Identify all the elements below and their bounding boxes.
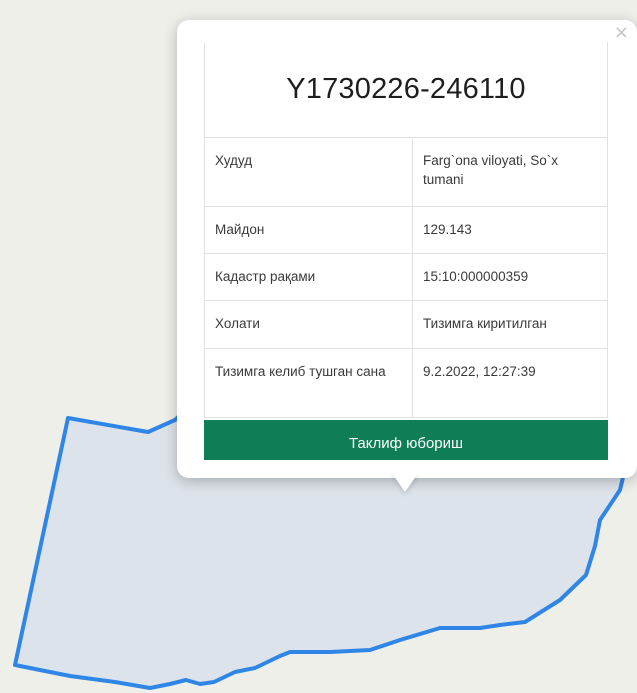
popup-content: Y1730226-246110 Худуд Farg`ona viloyati,… — [204, 42, 608, 460]
popup-tip — [391, 472, 419, 492]
table-row: Худуд Farg`ona viloyati, So`x tumani — [205, 138, 607, 207]
table-row: Тизимга келиб тушган сана 9.2.2022, 12:2… — [205, 348, 607, 418]
close-icon[interactable]: × — [614, 24, 629, 42]
received-date-label: Тизимга келиб тушган сана — [205, 348, 413, 418]
status-label: Холати — [205, 300, 413, 349]
cadastre-number-value: 15:10:000000359 — [412, 253, 607, 301]
region-label: Худуд — [205, 138, 413, 207]
parcel-info-table: Худуд Farg`ona viloyati, So`x tumani Май… — [205, 138, 607, 418]
area-label: Майдон — [205, 206, 413, 254]
region-value: Farg`ona viloyati, So`x tumani — [412, 138, 607, 207]
status-value: Тизимга киритилган — [412, 300, 607, 349]
cadastre-number-label: Кадастр рақами — [205, 253, 413, 301]
area-value: 129.143 — [412, 206, 607, 254]
submit-proposal-button[interactable]: Таклиф юбориш — [204, 420, 608, 460]
table-row: Майдон 129.143 — [205, 206, 607, 254]
parcel-info-popup: × Y1730226-246110 Худуд Farg`ona viloyat… — [177, 20, 637, 478]
received-date-value: 9.2.2022, 12:27:39 — [412, 348, 607, 418]
parcel-card: Y1730226-246110 Худуд Farg`ona viloyati,… — [204, 42, 608, 418]
table-row: Кадастр рақами 15:10:000000359 — [205, 253, 607, 301]
parcel-id-title: Y1730226-246110 — [205, 42, 607, 138]
table-row: Холати Тизимга киритилган — [205, 300, 607, 349]
